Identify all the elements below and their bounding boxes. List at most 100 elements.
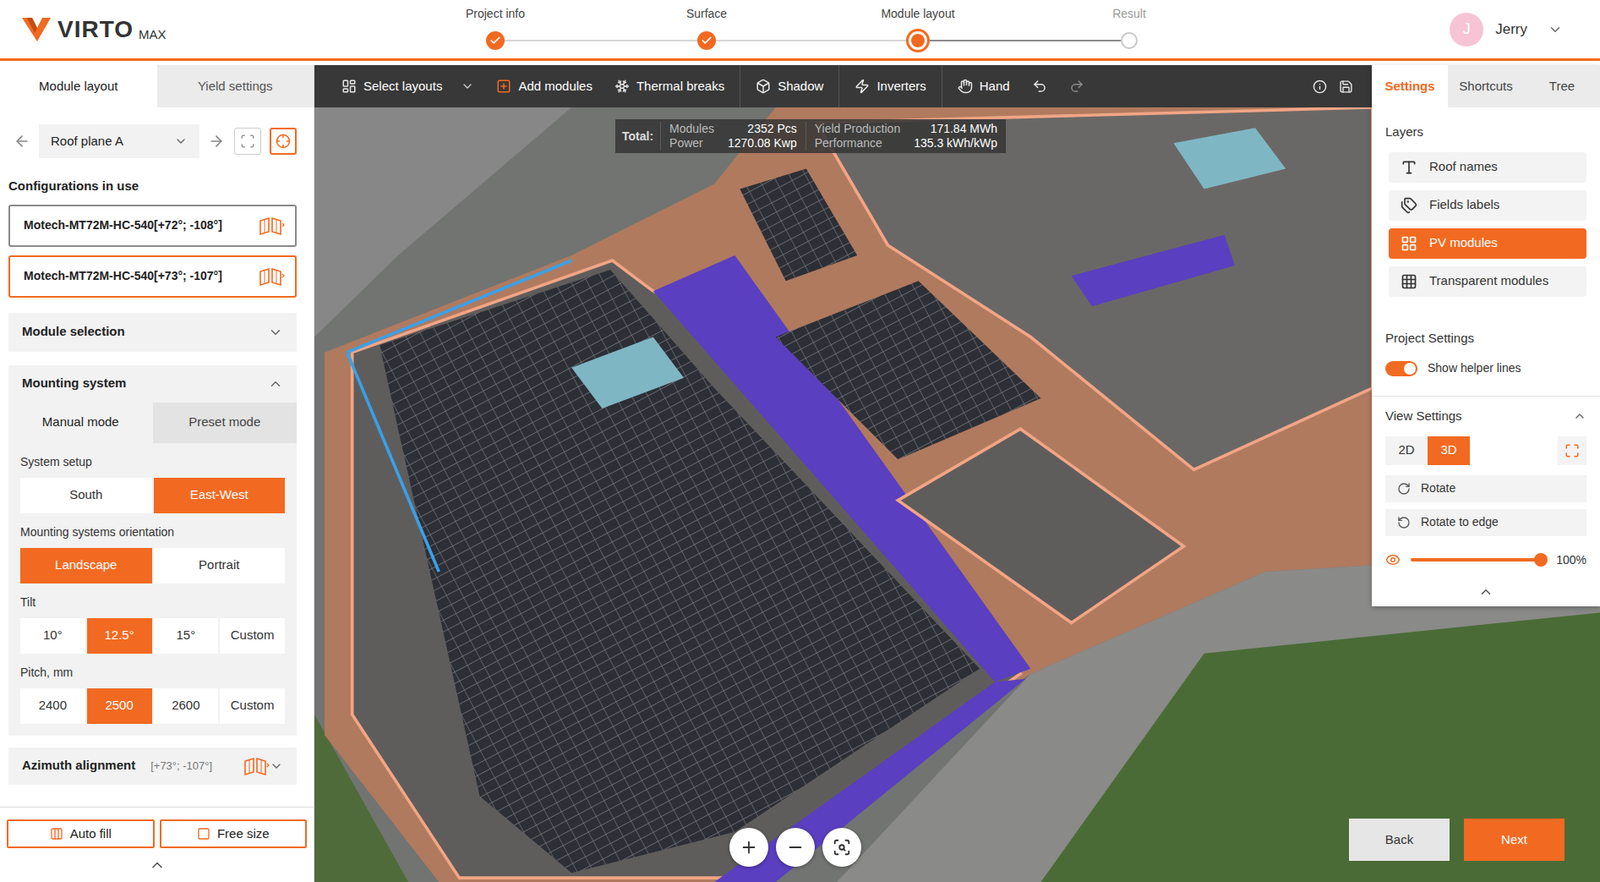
option-button[interactable]: Custom <box>219 617 285 654</box>
fill-action-button[interactable]: Free size <box>159 819 308 848</box>
pv_modules-icon <box>1400 234 1418 252</box>
view-mode-button[interactable]: 3D <box>1427 436 1470 465</box>
zoom_in-icon <box>739 837 759 857</box>
panels-icon <box>242 755 270 776</box>
rotate-button[interactable]: Rotate to edge <box>1385 508 1587 536</box>
previous-roof-icon[interactable] <box>13 132 31 150</box>
configuration-card[interactable]: Motech-MT72M-HC-540[+72°; -108°] <box>8 204 297 247</box>
collapse-handle[interactable] <box>0 847 314 882</box>
fit-button[interactable] <box>822 827 862 867</box>
chevron-down-icon <box>174 134 188 148</box>
option-group: System setupSouthEast-West <box>20 453 285 514</box>
option-button[interactable]: Portrait <box>153 547 286 584</box>
zoom_out-button[interactable] <box>775 827 815 867</box>
panel-collapse-handle[interactable] <box>1371 577 1600 607</box>
save-icon[interactable] <box>1338 79 1354 94</box>
view-mode-button[interactable]: 2D <box>1385 436 1428 465</box>
option-button[interactable]: East-West <box>153 477 286 514</box>
undo-tool[interactable] <box>1032 78 1048 94</box>
option-button[interactable]: 12.5° <box>87 617 153 654</box>
chevron-up-icon <box>1572 409 1587 423</box>
field_labels-icon <box>1400 196 1418 214</box>
module-selection-header[interactable]: Module selection <box>8 312 297 352</box>
toggle-switch[interactable] <box>1385 360 1418 377</box>
user-menu[interactable]: JJerry <box>1449 12 1600 47</box>
option-button[interactable]: 15° <box>153 617 219 654</box>
option-button[interactable]: 2500 <box>87 688 153 724</box>
mode-tab[interactable]: Manual mode <box>8 402 153 443</box>
free-fill-icon <box>196 826 211 841</box>
redo-icon <box>1069 78 1085 94</box>
step[interactable]: Surface <box>600 5 813 54</box>
mounting-system-header[interactable]: Mounting system <box>8 365 297 403</box>
layer-item[interactable]: Transparent modules <box>1388 266 1587 297</box>
thermal-tool[interactable]: Thermal breaks <box>614 76 725 97</box>
layouts-tool[interactable]: Select layouts <box>341 76 475 97</box>
step[interactable]: Module layout <box>812 5 1024 54</box>
hand-tool[interactable]: Hand <box>957 76 1011 97</box>
hand-icon <box>957 78 973 94</box>
panels-icon <box>257 266 285 287</box>
option-group: Pitch, mm240025002600Custom <box>20 663 285 724</box>
fullscreen-icon <box>1564 442 1580 459</box>
logo[interactable]: VIRTOMAX <box>0 13 390 45</box>
configurations-title: Configurations in use <box>8 176 297 197</box>
info-icon[interactable] <box>1312 79 1327 94</box>
view-settings-header[interactable]: View Settings <box>1385 406 1587 426</box>
totals-overlay: Total:Modules2352 PcsPower1270.08 KwpYie… <box>615 119 1006 153</box>
inverters-tool[interactable]: Inverters <box>854 76 926 97</box>
option-button[interactable]: South <box>20 477 153 514</box>
azimuth-alignment-row[interactable]: Azimuth alignment[+73°; -107°] <box>8 747 297 785</box>
view-tool-button[interactable] <box>234 127 262 155</box>
option-button[interactable]: Landscape <box>20 547 153 584</box>
panel-tab[interactable]: Yield settings <box>157 65 315 108</box>
option-button[interactable]: 10° <box>20 617 86 654</box>
logo-mark-icon <box>20 16 53 44</box>
toggle-row[interactable]: Show helper lines <box>1385 359 1587 377</box>
settings-tab[interactable]: Settings <box>1371 65 1448 108</box>
rotate-button[interactable]: Rotate <box>1385 475 1587 503</box>
settings-tab[interactable]: Shortcuts <box>1447 65 1524 108</box>
option-button[interactable]: Custom <box>219 688 285 724</box>
slider-thumb[interactable] <box>1534 552 1548 567</box>
layouts-icon <box>341 78 357 94</box>
left-panel: Module layoutYield settings Roof plane A C… <box>0 65 315 882</box>
option-button[interactable]: 2400 <box>20 688 86 724</box>
mode-tab[interactable]: Preset mode <box>152 402 298 443</box>
view-tool-button[interactable] <box>269 127 297 155</box>
step[interactable]: Result <box>1023 5 1235 54</box>
transparent_modules-icon <box>1400 273 1418 290</box>
step-pending-marker <box>1120 32 1138 50</box>
shadow-icon <box>755 78 771 94</box>
shadow-tool[interactable]: Shadow <box>755 76 824 97</box>
roof-plane-select[interactable]: Roof plane A <box>38 124 200 159</box>
right-panel: SettingsShortcutsTreeLayersRoof namesFie… <box>1371 65 1600 607</box>
configuration-card[interactable]: Motech-MT72M-HC-540[+73°; -107°] <box>8 255 297 298</box>
next-button[interactable]: Next <box>1463 818 1565 861</box>
step-done-marker <box>697 31 716 50</box>
toolbar: Select layouts Add modules Thermal breaks S… <box>314 65 1372 108</box>
step-current-marker <box>906 28 930 53</box>
option-button[interactable]: 2600 <box>153 688 219 724</box>
back-button[interactable]: Back <box>1348 818 1450 861</box>
settings-tab[interactable]: Tree <box>1523 65 1600 108</box>
next-roof-icon[interactable] <box>207 132 225 150</box>
rotate-icon <box>1397 481 1411 496</box>
zoom_in-button[interactable] <box>729 827 769 867</box>
step[interactable]: Project info <box>389 5 601 54</box>
app-header: VIRTOMAXProject infoSurfaceModule layout… <box>0 0 1600 66</box>
layer-item[interactable]: PV modules <box>1388 228 1587 259</box>
layer-item[interactable]: Fields labels <box>1388 190 1587 221</box>
opacity-slider[interactable]: 100% <box>1385 551 1587 569</box>
fill-action-button[interactable]: Auto fill <box>6 819 155 848</box>
add-tool[interactable]: Add modules <box>496 76 593 97</box>
layer-item[interactable]: Roof names <box>1388 152 1587 183</box>
stepper: Project infoSurfaceModule layoutResult <box>389 5 1235 54</box>
step-done-marker <box>486 31 505 50</box>
chevron-up-icon <box>148 856 166 874</box>
workspace: Select layouts Add modules Thermal breaks S… <box>314 65 1600 882</box>
redo-tool[interactable] <box>1069 78 1085 94</box>
fullscreen-button[interactable] <box>1557 436 1587 465</box>
inverters-icon <box>854 78 870 94</box>
panel-tab[interactable]: Module layout <box>0 65 158 108</box>
